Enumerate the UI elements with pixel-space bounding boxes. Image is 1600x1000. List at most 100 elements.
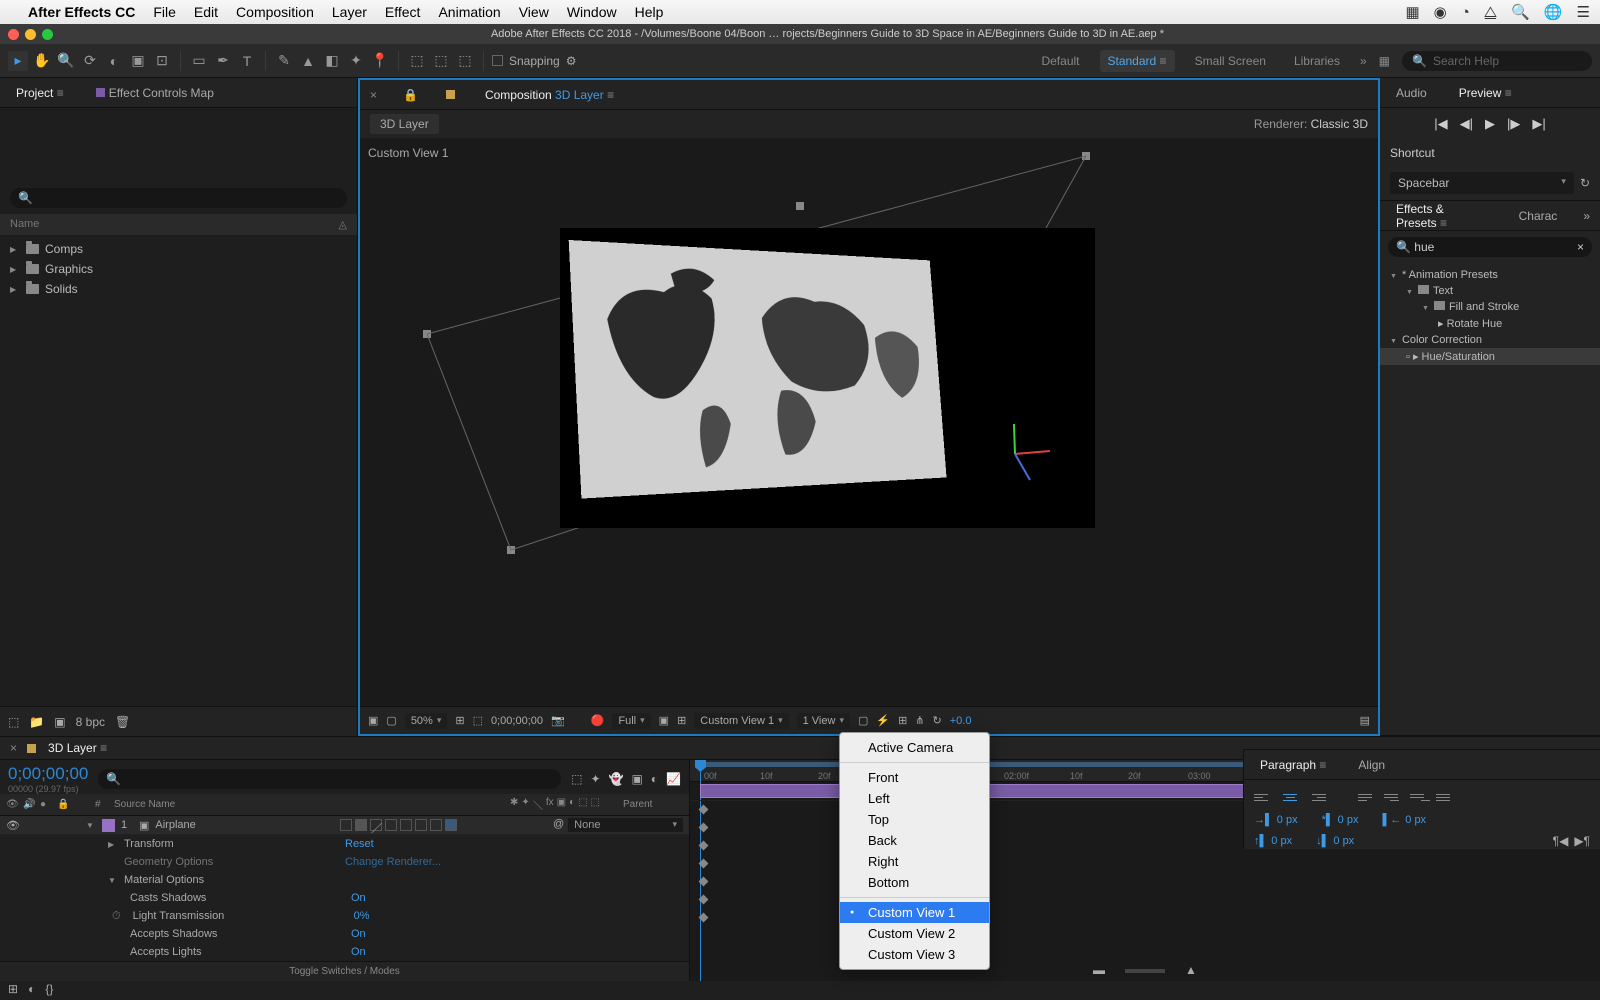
ws-small[interactable]: Small Screen (1187, 50, 1274, 72)
solo-toggle-icon[interactable]: ● (40, 799, 54, 810)
prop-accepts-lights[interactable]: Accepts LightsOn (0, 943, 689, 961)
indent-first-line[interactable]: *▌ 0 px (1322, 814, 1359, 826)
resolution-icon[interactable]: ⊞ (455, 714, 464, 727)
switch-adjustment[interactable] (430, 819, 442, 831)
view-custom-2[interactable]: Custom View 2 (840, 923, 989, 944)
close-window[interactable] (8, 29, 19, 40)
project-columns-header[interactable]: Name ◬ (0, 214, 357, 235)
channel-icon[interactable]: 🔴 (591, 714, 605, 727)
timeline-tab[interactable]: 3D Layer ≡ (42, 737, 113, 759)
keyframe[interactable] (699, 805, 709, 815)
gizmo-z-axis[interactable] (1014, 454, 1031, 481)
user-icon[interactable]: 🌐 (1544, 3, 1563, 21)
parent-dropdown[interactable]: None ▾ (568, 818, 683, 832)
zoom-window[interactable] (42, 29, 53, 40)
preview-tab[interactable]: Preview ≡ (1453, 82, 1518, 104)
zoom-out-icon[interactable]: ▬ (1093, 963, 1105, 977)
indent-left[interactable]: →▌ 0 px (1254, 814, 1298, 826)
eraser-tool[interactable]: ◧ (322, 51, 342, 71)
world-map-layer[interactable] (569, 240, 947, 499)
flowchart-icon[interactable]: ⋔ (915, 714, 924, 727)
comp-options-icon[interactable]: ▤ (1360, 714, 1370, 727)
play-button[interactable]: ▶ (1485, 116, 1495, 132)
effect-controls-tab[interactable]: Effect Controls Map (90, 82, 220, 104)
search-help[interactable]: 🔍 Search Help (1402, 51, 1592, 71)
switch-quality[interactable]: ／ (370, 819, 382, 831)
project-folder-graphics[interactable]: ▶Graphics (0, 259, 357, 279)
minimize-window[interactable] (25, 29, 36, 40)
current-time[interactable]: 0;00;00;00 (491, 715, 543, 727)
tree-text[interactable]: Text (1380, 283, 1600, 299)
transparency-icon[interactable]: ▢ (386, 714, 396, 727)
audio-toggle-icon[interactable]: 🔊 (23, 799, 37, 810)
draft3d-icon[interactable]: ✦ (590, 772, 600, 786)
project-search[interactable]: 🔍 (10, 188, 347, 208)
footer-icon[interactable]: {} (45, 982, 53, 996)
prev-frame-button[interactable]: ◀| (1460, 116, 1473, 132)
prop-accepts-shadows[interactable]: Accepts ShadowsOn (0, 925, 689, 943)
panel-more-icon[interactable]: » (1583, 209, 1590, 223)
record-icon[interactable]: ◉ (1434, 3, 1447, 21)
view-custom-1[interactable]: Custom View 1 (840, 902, 989, 923)
app-name[interactable]: After Effects CC (28, 4, 135, 20)
current-time-display[interactable]: 0;00;00;00 (8, 764, 88, 784)
switch-3d[interactable] (445, 819, 457, 831)
switch-shy[interactable] (340, 819, 352, 831)
zoom-slider[interactable] (1125, 969, 1165, 973)
new-folder-icon[interactable]: 📁 (29, 715, 44, 729)
justify-all[interactable] (1436, 788, 1456, 806)
view-back[interactable]: Back (840, 830, 989, 851)
align-tab[interactable]: Align (1352, 754, 1391, 776)
last-frame-button[interactable]: ▶| (1532, 116, 1545, 132)
paragraph-tab[interactable]: Paragraph ≡ (1254, 754, 1332, 776)
layer-name[interactable]: Airplane (155, 819, 195, 831)
local-axis[interactable]: ⬚ (407, 51, 427, 71)
effects-search[interactable]: 🔍 hue × (1388, 237, 1592, 257)
view-custom-3[interactable]: Custom View 3 (840, 944, 989, 965)
view-left[interactable]: Left (840, 788, 989, 809)
puppet-tool[interactable]: 📍 (370, 51, 390, 71)
comp-panel-tab[interactable]: Composition 3D Layer ≡ (479, 84, 620, 106)
shortcut-reset-icon[interactable]: ↻ (1580, 176, 1590, 190)
keyframe[interactable] (699, 895, 709, 905)
menu-view[interactable]: View (519, 4, 549, 20)
snapping-control[interactable]: Snapping ⚙ (492, 54, 576, 68)
tree-color-correction[interactable]: Color Correction (1380, 332, 1600, 348)
snapshot-icon[interactable]: 📷 (551, 714, 565, 727)
visibility-toggle[interactable]: 👁 (6, 819, 20, 832)
stamp-tool[interactable]: ▲ (298, 51, 318, 71)
brush-tool[interactable]: ✎ (274, 51, 294, 71)
selection-tool[interactable]: ▸ (8, 51, 28, 71)
snapping-checkbox[interactable] (492, 55, 503, 66)
project-folder-solids[interactable]: ▶Solids (0, 279, 357, 299)
timeline-icon[interactable]: ⊞ (898, 714, 907, 727)
trash-icon[interactable]: 🗑 (115, 715, 130, 729)
space-after[interactable]: ↓▌ 0 px (1316, 834, 1354, 848)
type-tool[interactable]: T (237, 51, 257, 71)
view-bottom[interactable]: Bottom (840, 872, 989, 893)
new-comp-icon[interactable]: ▣ (54, 715, 65, 729)
parent-header[interactable]: Parent (603, 799, 683, 810)
prop-transform[interactable]: ▶TransformReset (0, 835, 689, 853)
comp-mini-flowchart-icon[interactable]: ⬚ (571, 772, 582, 786)
roto-tool[interactable]: ✦ (346, 51, 366, 71)
layer-handle[interactable] (1082, 152, 1090, 160)
switch-header[interactable]: ▣ (557, 797, 566, 812)
spotlight-icon[interactable]: 🔍 (1511, 3, 1530, 21)
prop-casts-shadows[interactable]: Casts ShadowsOn (0, 889, 689, 907)
world-axis[interactable]: ⬚ (431, 51, 451, 71)
tree-hue-saturation[interactable]: ▫ ▸ Hue/Saturation (1380, 348, 1600, 365)
camera-tool[interactable]: ▣ (128, 51, 148, 71)
space-before[interactable]: ↑▌ 0 px (1254, 834, 1292, 848)
pixel-aspect-icon[interactable]: ▢ (858, 714, 868, 727)
comp-viewer[interactable]: Custom View 1 (360, 138, 1378, 706)
effects-presets-tab[interactable]: Effects & Presets ≡ (1390, 198, 1493, 234)
ws-standard[interactable]: Standard ≡ (1100, 50, 1175, 72)
graph-editor-icon[interactable]: 📈 (666, 772, 681, 786)
roi-toggle-icon[interactable]: ▣ (659, 714, 669, 727)
menu-extras-icon[interactable]: ☰ (1577, 3, 1590, 21)
zoom-tool[interactable]: 🔍 (56, 51, 76, 71)
stopwatch-icon[interactable]: ⏱ (112, 910, 121, 923)
footer-icon[interactable]: ◐ (28, 982, 35, 996)
next-frame-button[interactable]: |▶ (1507, 116, 1520, 132)
